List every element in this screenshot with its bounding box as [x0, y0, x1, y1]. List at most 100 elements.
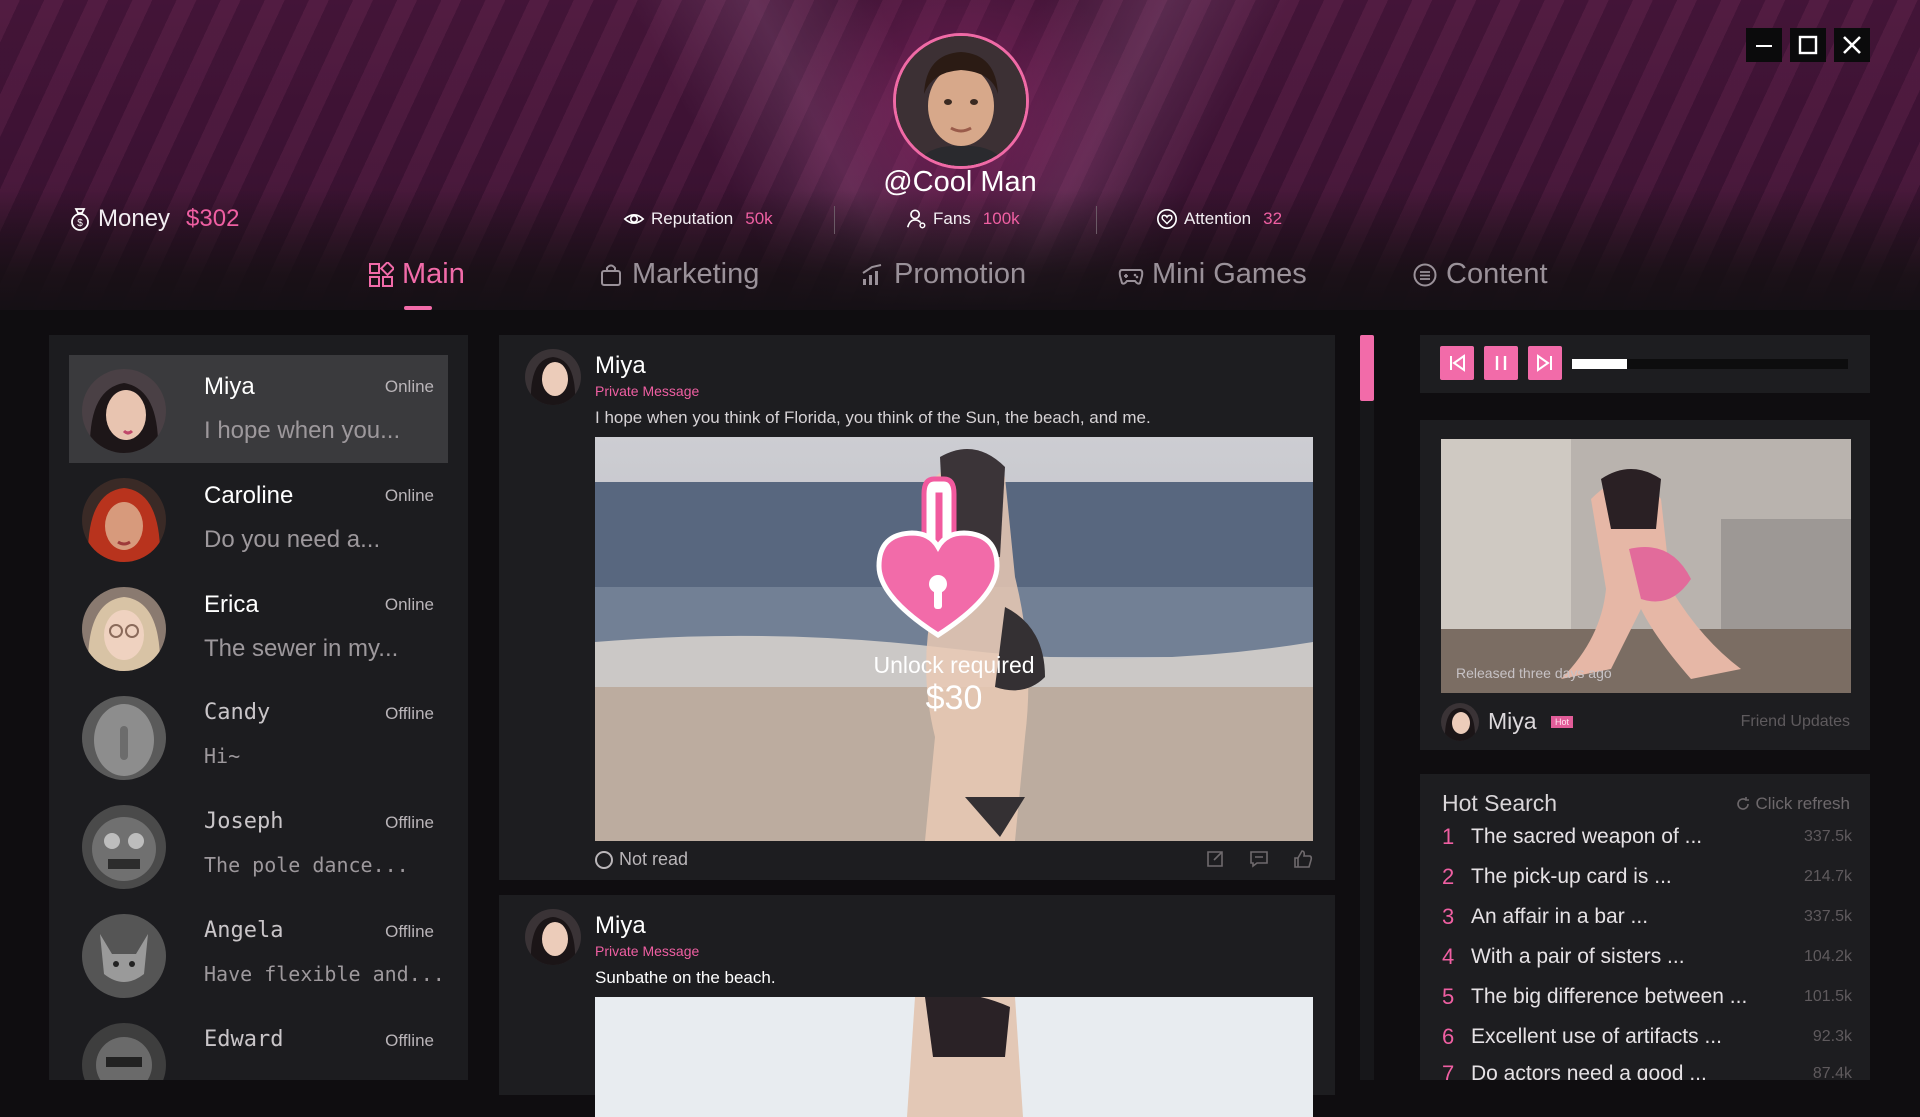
chat-item-candy[interactable]: Candy Offline Hi~: [69, 682, 448, 790]
woman-portrait-icon: [82, 369, 166, 453]
hot-search-title: Hot Search: [1442, 790, 1558, 816]
maximize-button[interactable]: [1790, 28, 1826, 62]
woman-portrait-icon: [1441, 703, 1479, 741]
tab-marketing[interactable]: Marketing: [598, 258, 759, 291]
stat-divider: [834, 206, 835, 234]
music-player: [1420, 335, 1870, 393]
hot-search-item[interactable]: 7 Do actors need a good ... 87.4k: [1442, 1061, 1852, 1080]
grid-icon: [369, 261, 394, 287]
tab-main[interactable]: Main: [368, 258, 465, 291]
profile-avatar[interactable]: [893, 33, 1029, 169]
chat-list: Miya Online I hope when you... Caroline …: [49, 335, 468, 1080]
friend-updates-label[interactable]: Friend Updates: [1741, 713, 1850, 731]
woman-portrait-icon: [82, 587, 166, 671]
friend-name[interactable]: Miya: [1488, 708, 1537, 735]
avatar: [82, 696, 166, 780]
heart-shield-icon: [1157, 209, 1177, 229]
hot-search-item[interactable]: 6 Excellent use of artifacts ... 92.3k: [1442, 1024, 1852, 1054]
fans-stat: Fans 100k: [905, 208, 1020, 230]
hot-search-text: The pick-up card is ...: [1471, 865, 1672, 888]
chat-status: Offline: [385, 1031, 434, 1050]
friend-avatar[interactable]: [1441, 703, 1479, 741]
share-button[interactable]: [1205, 849, 1227, 871]
chat-preview: The sewer in my...: [204, 635, 399, 662]
hot-search-item[interactable]: 3 An affair in a bar ... 337.5k: [1442, 904, 1852, 934]
reputation-value: 50k: [745, 209, 773, 228]
avatar: [82, 587, 166, 671]
post-tag: Private Message: [595, 383, 700, 399]
unlock-price[interactable]: $30: [595, 679, 1313, 718]
chat-name: Angela: [204, 918, 284, 943]
music-progress-bar[interactable]: [1572, 359, 1848, 369]
hot-search-rank: 6: [1442, 1024, 1455, 1049]
tab-mini-games[interactable]: Mini Games: [1118, 258, 1307, 291]
hot-search-item[interactable]: 4 With a pair of sisters ... 104.2k: [1442, 944, 1852, 974]
hot-search-item[interactable]: 2 The pick-up card is ... 214.7k: [1442, 864, 1852, 894]
attention-stat: Attention 32: [1156, 208, 1282, 230]
reputation-label: Reputation: [651, 209, 734, 228]
hot-search-item[interactable]: 5 The big difference between ... 101.5k: [1442, 984, 1852, 1014]
stat-divider: [1096, 206, 1097, 234]
friend-updates-card: Released three days ago Miya Hot Friend …: [1420, 420, 1870, 750]
comment-button[interactable]: [1249, 849, 1271, 871]
post-avatar[interactable]: [525, 349, 581, 405]
close-button[interactable]: [1834, 28, 1870, 62]
chat-item-caroline[interactable]: Caroline Online Do you need a...: [69, 464, 448, 572]
post-text: Sunbathe on the beach.: [595, 968, 776, 987]
maximize-icon: [1798, 35, 1818, 55]
person-icon: [906, 209, 926, 229]
avatar: [82, 805, 166, 889]
chat-item-edward[interactable]: Edward Offline: [69, 1009, 448, 1080]
hot-search-rank: 2: [1442, 864, 1455, 889]
hot-search-count: 101.5k: [1803, 988, 1852, 1005]
hot-search-text: The sacred weapon of ...: [1471, 825, 1703, 848]
locked-post-image[interactable]: Unlock required $30: [595, 437, 1313, 841]
like-button[interactable]: [1293, 849, 1315, 871]
attention-label: Attention: [1184, 209, 1252, 228]
chat-name: Caroline: [204, 482, 294, 509]
hot-search-text: An affair in a bar ...: [1471, 905, 1649, 928]
reputation-stat: Reputation 50k: [623, 208, 773, 230]
feed-scroll-thumb[interactable]: [1360, 335, 1374, 401]
beach-photo: [595, 437, 1313, 841]
money-label: Money: [98, 205, 171, 232]
tab-promotion[interactable]: Promotion: [860, 258, 1026, 291]
shopping-bag-icon: [601, 264, 621, 286]
friend-update-image[interactable]: Released three days ago: [1441, 439, 1851, 693]
avatar: [82, 478, 166, 562]
tab-content[interactable]: Content: [1412, 258, 1548, 291]
chat-item-angela[interactable]: Angela Offline Have flexible and...: [69, 900, 448, 1008]
post-image[interactable]: [595, 997, 1313, 1117]
chat-item-miya[interactable]: Miya Online I hope when you...: [69, 355, 448, 463]
skull-portrait-icon: [82, 1023, 166, 1080]
next-track-button[interactable]: [1528, 346, 1562, 380]
minimize-button[interactable]: [1746, 28, 1782, 62]
money-stat: $ Money $302: [68, 205, 239, 233]
chat-preview: Do you need a...: [204, 526, 381, 553]
post-author[interactable]: Miya: [595, 352, 646, 380]
signal-bars-icon: [862, 263, 882, 285]
pause-icon: [1495, 356, 1507, 370]
post-avatar[interactable]: [525, 909, 581, 965]
feed-post: Miya Private Message I hope when you thi…: [499, 335, 1335, 880]
pause-button[interactable]: [1484, 346, 1518, 380]
chat-preview: The pole dance...: [204, 853, 409, 877]
avatar: [82, 914, 166, 998]
fans-value: 100k: [982, 209, 1020, 228]
woman-portrait-icon: [525, 349, 581, 405]
chat-name: Candy: [204, 700, 271, 725]
read-status: Not read: [595, 849, 688, 870]
chat-item-joseph[interactable]: Joseph Offline The pole dance...: [69, 791, 448, 899]
hot-search-text: With a pair of sisters ...: [1471, 945, 1685, 968]
thumbs-up-icon: [1294, 850, 1313, 868]
feed-scrollbar[interactable]: [1360, 335, 1374, 1080]
chat-status: Offline: [385, 704, 434, 723]
hot-search-item[interactable]: 1 The sacred weapon of ... 337.5k: [1442, 824, 1852, 854]
refresh-button[interactable]: Click refresh: [1735, 794, 1850, 814]
beach-photo: [595, 997, 1313, 1117]
previous-track-button[interactable]: [1440, 346, 1474, 380]
chat-item-erica[interactable]: Erica Online The sewer in my...: [69, 573, 448, 681]
man-portrait-icon: [896, 36, 1026, 166]
chat-status: Online: [384, 377, 434, 396]
post-author[interactable]: Miya: [595, 912, 646, 940]
